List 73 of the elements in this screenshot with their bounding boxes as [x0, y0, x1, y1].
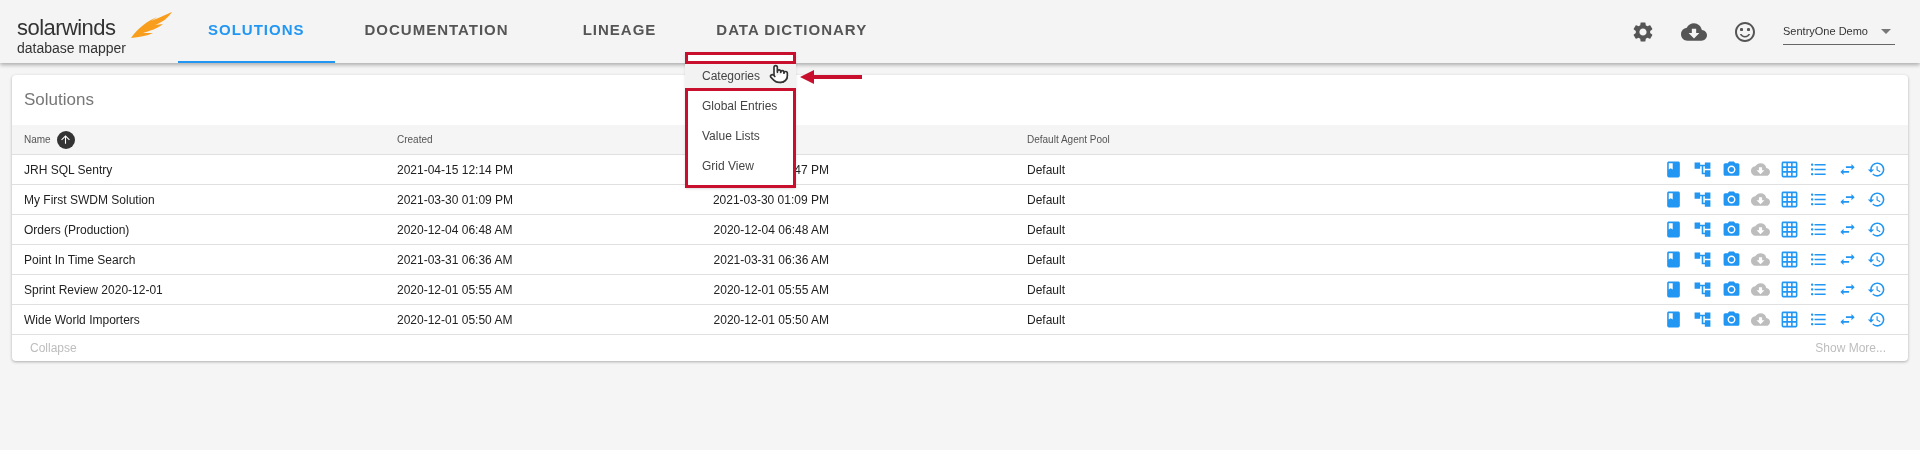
book-icon[interactable] — [1664, 250, 1683, 269]
table-cell-text: Orders (Production) — [23, 221, 131, 239]
history-icon[interactable] — [1867, 160, 1886, 179]
table-cell: 2020-12-01 05:55 AM — [397, 282, 513, 297]
hierarchy-icon[interactable] — [1693, 250, 1712, 269]
grid-icon[interactable] — [1780, 310, 1799, 329]
column-header[interactable]: Created — [397, 134, 433, 145]
book-icon[interactable] — [1664, 190, 1683, 209]
history-icon[interactable] — [1867, 250, 1886, 269]
hierarchy-icon[interactable] — [1693, 160, 1712, 179]
history-icon[interactable] — [1867, 280, 1886, 299]
table-cell-text: Default — [1027, 191, 1066, 209]
camera-icon[interactable] — [1722, 220, 1741, 239]
arrow-icon — [800, 70, 862, 84]
menu-item[interactable]: Grid View — [688, 151, 793, 181]
table-cell-text: Wide World Importers — [23, 311, 141, 329]
settings-icon[interactable] — [1631, 19, 1655, 44]
grid-icon[interactable] — [1780, 250, 1799, 269]
hand-cursor-icon — [769, 63, 789, 85]
table-cell-text: Default — [1027, 251, 1066, 269]
hierarchy-icon[interactable] — [1693, 190, 1712, 209]
table-cell-text: Sprint Review 2020-12-01 — [23, 281, 164, 299]
table-cell-text: Point In Time Search — [23, 251, 137, 269]
table-cell-text: 2020-12-01 05:55 AM — [713, 281, 829, 299]
camera-icon[interactable] — [1722, 310, 1741, 329]
table-cell-text: Default — [1027, 161, 1066, 179]
table-cell: 2021-03-31 06:36 AM — [397, 252, 513, 267]
book-icon[interactable] — [1664, 220, 1683, 239]
product-name: database mapper — [17, 40, 126, 55]
table-cell-text: 2020-12-04 06:48 AM — [713, 221, 829, 239]
book-icon[interactable] — [1664, 280, 1683, 299]
history-icon[interactable] — [1867, 190, 1886, 209]
camera-icon[interactable] — [1722, 250, 1741, 269]
camera-icon[interactable] — [1722, 280, 1741, 299]
camera-icon[interactable] — [1722, 190, 1741, 209]
menu-item[interactable]: Categories — [685, 61, 796, 91]
table-cell-text: 2020-12-01 05:50 AM — [713, 311, 829, 329]
caret-icon — [1881, 28, 1891, 34]
nav-tab[interactable]: LINEAGE — [552, 0, 687, 63]
column-header[interactable]: Default Agent Pool — [1027, 132, 1110, 147]
table-cell-text: My First SWDM Solution — [23, 191, 156, 209]
book-icon[interactable] — [1664, 310, 1683, 329]
grid-icon[interactable] — [1780, 160, 1799, 179]
menu-item[interactable]: Global Entries — [688, 91, 793, 121]
hierarchy-icon[interactable] — [1693, 220, 1712, 239]
camera-icon[interactable] — [1722, 160, 1741, 179]
history-icon[interactable] — [1867, 220, 1886, 239]
table-cell-text: 2021-03-31 06:36 AM — [713, 251, 829, 269]
card-title: Solutions — [24, 89, 94, 112]
grid-icon[interactable] — [1780, 190, 1799, 209]
table-cell: 2020-12-04 06:48 AM — [397, 222, 513, 237]
nav-tab[interactable]: DOCUMENTATION — [334, 0, 539, 63]
column-header[interactable]: Name — [12, 130, 397, 149]
table-cell-text: JRH SQL Sentry — [23, 161, 114, 179]
table-cell: 2021-04-15 12:14 PM — [397, 162, 514, 177]
account-select[interactable]: SentryOne Demo — [1783, 18, 1895, 45]
brand-name: solarwinds — [17, 16, 116, 39]
hierarchy-icon[interactable] — [1693, 310, 1712, 329]
table-cell-text: Default — [1027, 221, 1066, 239]
table-cell-text: Default — [1027, 311, 1066, 329]
book-icon[interactable] — [1664, 160, 1683, 179]
smiley-icon[interactable] — [1733, 19, 1757, 44]
nav-tab[interactable]: DATA DICTIONARY — [686, 0, 898, 63]
hierarchy-icon[interactable] — [1693, 280, 1712, 299]
grid-icon[interactable] — [1780, 220, 1799, 239]
table-cell-text: Default — [1027, 281, 1066, 299]
history-icon[interactable] — [1867, 310, 1886, 329]
grid-icon[interactable] — [1780, 280, 1799, 299]
sort-up-icon[interactable] — [56, 130, 75, 149]
table-cell: 2020-12-01 05:50 AM — [397, 312, 513, 327]
menu-item[interactable]: Value Lists — [688, 121, 793, 151]
table-cell-text: 2021-03-30 01:09 PM — [712, 191, 829, 209]
table-cell: 2021-03-30 01:09 PM — [397, 192, 514, 207]
